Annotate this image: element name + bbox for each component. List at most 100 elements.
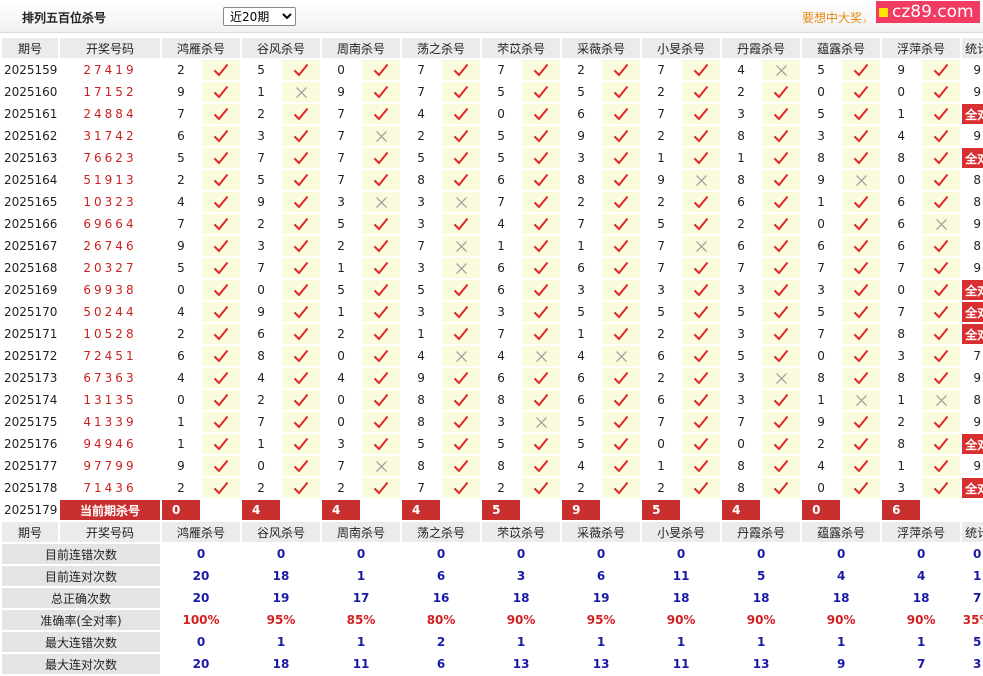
- check-icon: [693, 107, 709, 121]
- check-icon: [453, 85, 469, 99]
- check-icon: [853, 305, 869, 319]
- stats-value: 90%: [642, 610, 721, 632]
- site-logo[interactable]: cz89.com: [876, 1, 980, 23]
- kill-number-cell: 3: [642, 280, 681, 302]
- stats-value: 0: [562, 544, 641, 566]
- current-blank-cell: [202, 500, 241, 522]
- check-icon: [613, 129, 629, 143]
- hit-mark-cell: [282, 104, 321, 126]
- cross-icon: [455, 349, 468, 363]
- hit-mark-cell: [922, 148, 961, 170]
- cross-icon: [375, 195, 388, 209]
- promo-tail: ，: [862, 11, 875, 25]
- kill-number-cell: 5: [402, 148, 441, 170]
- stats-value: 9: [802, 654, 881, 676]
- kill-number-cell: 2: [562, 60, 601, 82]
- check-icon: [453, 327, 469, 341]
- hit-count-cell: 全对: [962, 104, 983, 126]
- hit-mark-cell: [922, 456, 961, 478]
- stats-value: 6: [402, 654, 481, 676]
- draw-number-cell: 76623: [60, 148, 160, 170]
- kill-number-cell: 9: [882, 60, 921, 82]
- hit-mark-cell: [202, 236, 241, 258]
- stats-value: 7: [962, 588, 983, 610]
- stats-value: 0: [722, 544, 801, 566]
- hit-mark-cell: [522, 390, 561, 412]
- hit-mark-cell: [922, 368, 961, 390]
- kill-number-cell: 7: [482, 60, 521, 82]
- kill-number-cell: 5: [482, 82, 521, 104]
- cross-icon: [455, 195, 468, 209]
- kill-number-cell: 6: [242, 324, 281, 346]
- hit-mark-cell: [682, 104, 721, 126]
- hit-mark-cell: [842, 324, 881, 346]
- hit-mark-cell: [442, 280, 481, 302]
- period-range-select[interactable]: 近20期: [223, 7, 296, 26]
- hit-mark-cell: [762, 104, 801, 126]
- kill-number-cell: 2: [162, 478, 200, 500]
- hit-mark-cell: [442, 214, 481, 236]
- check-icon: [773, 481, 789, 495]
- kill-number-cell: 8: [482, 456, 521, 478]
- check-icon: [853, 437, 869, 451]
- kill-number-cell: 3: [722, 324, 761, 346]
- check-icon: [693, 283, 709, 297]
- check-icon: [773, 151, 789, 165]
- stats-value: 95%: [562, 610, 641, 632]
- stats-value: 18: [882, 588, 961, 610]
- check-icon: [933, 63, 949, 77]
- kill-number-cell: 2: [242, 390, 281, 412]
- check-icon: [213, 371, 229, 385]
- kill-number-cell: 6: [562, 390, 601, 412]
- current-blank-cell: [282, 500, 321, 522]
- kill-number-cell: 1: [562, 324, 601, 346]
- column-header: 鸿雁杀号: [162, 522, 241, 544]
- check-icon: [453, 173, 469, 187]
- check-icon: [533, 481, 549, 495]
- stats-value: 80%: [402, 610, 481, 632]
- kill-number-cell: 2: [162, 60, 200, 82]
- stats-value: 6: [562, 566, 641, 588]
- kill-number-cell: 4: [482, 214, 521, 236]
- stats-value: 3: [962, 654, 983, 676]
- current-kill-number: 4: [402, 500, 441, 522]
- draw-number-cell: 69938: [60, 280, 160, 302]
- promo-text[interactable]: 要想中大奖，: [802, 9, 874, 26]
- hit-mark-cell: [922, 434, 961, 456]
- kill-number-cell: 7: [162, 214, 200, 236]
- kill-number-cell: 3: [402, 192, 441, 214]
- hit-mark-cell: [842, 412, 881, 434]
- check-icon: [373, 239, 389, 253]
- kill-number-cell: 1: [802, 390, 841, 412]
- hit-count-cell: 7: [962, 346, 983, 368]
- hit-mark-cell: [442, 104, 481, 126]
- hit-mark-cell: [922, 104, 961, 126]
- stats-value: 17: [322, 588, 401, 610]
- hit-mark-cell: [202, 60, 241, 82]
- check-icon: [213, 481, 229, 495]
- hit-count-cell: 全对: [962, 302, 983, 324]
- check-icon: [293, 349, 309, 363]
- check-icon: [933, 85, 949, 99]
- period-cell: 2025161: [2, 104, 58, 126]
- check-icon: [613, 305, 629, 319]
- check-icon: [213, 437, 229, 451]
- kill-number-cell: 6: [722, 236, 761, 258]
- kill-number-cell: 2: [322, 324, 361, 346]
- check-icon: [933, 305, 949, 319]
- table-row: 2025163766235775531188全对: [2, 148, 983, 170]
- check-icon: [933, 349, 949, 363]
- check-icon: [533, 151, 549, 165]
- kill-number-cell: 7: [402, 60, 441, 82]
- kill-number-cell: 6: [642, 390, 681, 412]
- table-row: 2025164 51913 2 5 7 8 6 8 9 8 9 0 8: [2, 170, 983, 192]
- kill-number-cell: 5: [802, 104, 841, 126]
- hit-mark-cell: [922, 126, 961, 148]
- hit-mark-cell: [202, 258, 241, 280]
- kill-number-cell: 5: [562, 302, 601, 324]
- check-icon: [613, 437, 629, 451]
- hit-mark-cell: [922, 390, 961, 412]
- period-cell: 2025160: [2, 82, 58, 104]
- kill-number-cell: 0: [882, 170, 921, 192]
- hit-mark-cell: [522, 456, 561, 478]
